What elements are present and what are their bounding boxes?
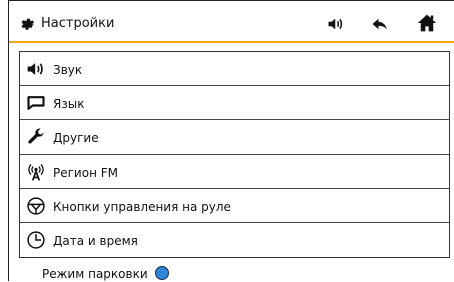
speech-bubble-icon xyxy=(27,96,45,111)
menu-item-label: Язык xyxy=(53,97,85,112)
page-title: Настройки xyxy=(41,16,115,31)
settings-menu-list: Звук Язык Другие Регион FM Кнопки управл… xyxy=(19,51,450,259)
menu-item-label: Дата и время xyxy=(53,233,138,248)
menu-item-label: Регион FM xyxy=(53,165,118,180)
parking-mode-label: Режим парковки xyxy=(42,267,148,281)
menu-item-language[interactable]: Язык xyxy=(20,86,449,121)
settings-screen: Настройки Звук Язык Другие Регион FM Кно… xyxy=(8,0,454,281)
volume-icon[interactable] xyxy=(327,15,345,33)
menu-item-label: Другие xyxy=(53,131,99,146)
antenna-icon xyxy=(28,163,44,180)
home-icon[interactable] xyxy=(417,13,437,33)
speaker-icon xyxy=(27,63,43,75)
header-bar: Настройки xyxy=(9,0,454,43)
menu-item-sound[interactable]: Звук xyxy=(20,52,449,87)
menu-item-label: Кнопки управления на руле xyxy=(53,199,231,214)
clock-icon xyxy=(27,231,45,249)
wrench-icon xyxy=(28,128,44,144)
back-arrow-icon[interactable] xyxy=(371,15,389,33)
menu-item-label: Звук xyxy=(53,63,83,77)
steering-wheel-icon xyxy=(27,197,45,215)
menu-item-fm-region[interactable]: Регион FM xyxy=(20,155,449,189)
menu-item-steering-buttons[interactable]: Кнопки управления на руле xyxy=(20,189,449,223)
parking-mode-toggle[interactable] xyxy=(155,266,169,280)
menu-item-date-time[interactable]: Дата и время xyxy=(20,223,449,257)
gear-icon xyxy=(21,18,35,30)
menu-item-other[interactable]: Другие xyxy=(20,120,449,155)
